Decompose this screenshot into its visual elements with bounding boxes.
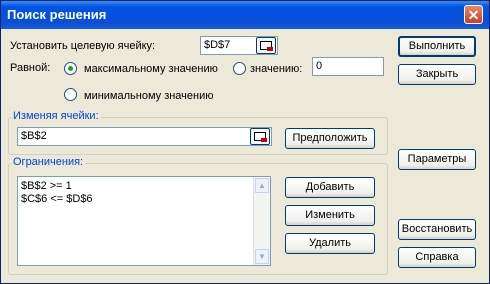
constraints-list[interactable]: $B$2 >= 1 $C$6 <= $D$6 ▲ ▼ [17, 176, 271, 266]
delete-button[interactable]: Удалить [285, 233, 375, 254]
constraint-item[interactable]: $B$2 >= 1 [21, 180, 72, 192]
title-bar[interactable]: Поиск решения ✕ [1, 1, 489, 29]
scroll-down-icon[interactable]: ▼ [255, 249, 269, 264]
collapse-dialog-icon [260, 41, 273, 51]
value-input-text: 0 [316, 60, 323, 72]
radio-min[interactable] [64, 88, 77, 101]
run-button[interactable]: Выполнить [398, 36, 476, 57]
value-input[interactable]: 0 [312, 57, 384, 76]
collapse-dialog-icon [254, 132, 267, 142]
dialog-title: Поиск решения [7, 7, 107, 22]
radio-max-label: максимальному значению [84, 63, 218, 75]
add-button[interactable]: Добавить [285, 177, 375, 198]
target-cell-label: Установить целевую ячейку: [10, 40, 156, 52]
changing-cells-ref-button[interactable] [250, 128, 270, 145]
radio-max[interactable] [64, 62, 77, 75]
guess-button[interactable]: Предположить [285, 128, 375, 149]
radio-value[interactable] [233, 62, 246, 75]
help-button[interactable]: Справка [398, 247, 476, 268]
equal-label: Равной: [10, 62, 51, 74]
changing-cells-input[interactable]: $B$2 [17, 127, 272, 146]
radio-min-label: минимальному значению [84, 90, 214, 102]
solver-dialog: Поиск решения ✕ Установить целевую ячейк… [0, 0, 490, 284]
changing-cells-label: Изменяя ячейки: [11, 110, 101, 122]
options-button[interactable]: Параметры [398, 149, 476, 170]
change-button[interactable]: Изменить [285, 205, 375, 226]
radio-value-label: значению: [250, 63, 303, 75]
constraints-label: Ограничения: [11, 156, 86, 168]
close-icon[interactable]: ✕ [464, 5, 483, 24]
target-cell-ref-button[interactable] [256, 37, 276, 54]
changing-cells-value: $B$2 [21, 130, 47, 142]
close-button[interactable]: Закрыть [398, 64, 476, 85]
constraint-item[interactable]: $C$6 <= $D$6 [21, 193, 93, 205]
scroll-up-icon[interactable]: ▲ [255, 178, 269, 193]
target-cell-value: $D$7 [204, 39, 231, 51]
reset-button[interactable]: Восстановить [398, 219, 476, 240]
constraints-scrollbar[interactable]: ▲ ▼ [253, 177, 270, 265]
